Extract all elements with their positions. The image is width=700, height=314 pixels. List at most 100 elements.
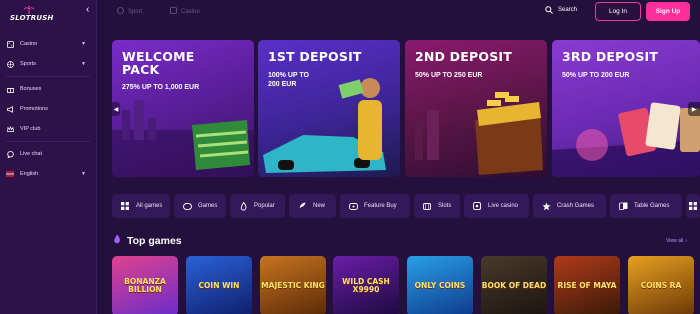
divider — [6, 141, 90, 142]
sidebar-item-label: Sports — [20, 61, 36, 67]
promo-subtitle: 50% UP TO 200 EUR — [562, 72, 630, 79]
sidebar-nav: Casino ▼ Sports ▼ Bonuses Promotions VIP… — [0, 34, 96, 184]
sidebar-item-bonuses[interactable]: Bonuses — [0, 79, 96, 99]
ball-icon — [117, 7, 124, 16]
casino-icon — [6, 40, 14, 48]
top-games-row: BONANZA BILLION COIN WIN MAJESTIC KING W… — [112, 256, 700, 314]
promo-card-1st-deposit[interactable]: 1ST DEPOSIT 100% UP TO 200 EUR — [258, 40, 400, 177]
category-all-games[interactable]: All games — [112, 194, 170, 218]
category-live-casino[interactable]: Live casino — [464, 194, 529, 218]
category-popular[interactable]: Popular — [230, 194, 285, 218]
arrow-right-icon: ▶ — [691, 106, 697, 113]
cards-icon — [618, 201, 628, 211]
sidebar-item-label: Live chat — [20, 151, 43, 157]
category-label: Games — [198, 203, 218, 209]
language-selector[interactable]: English ▼ — [0, 164, 96, 184]
chevron-down-icon: ▼ — [81, 41, 86, 47]
logo-text: SLOTRUSH — [10, 14, 54, 22]
search-icon — [545, 6, 553, 14]
live-casino-icon — [472, 201, 482, 211]
section-title-text: Top games — [127, 234, 182, 247]
sidebar: SLOTRUSH ‹ Casino ▼ Sports ▼ Bonuses Pro… — [0, 0, 97, 314]
flame-icon — [113, 234, 121, 247]
category-table-games[interactable]: Table Games — [610, 194, 682, 218]
category-new[interactable]: New — [289, 194, 336, 218]
feature-buy-icon — [348, 201, 358, 211]
game-card[interactable]: COINS RA — [628, 256, 694, 314]
promo-title: 1ST DEPOSIT — [268, 49, 362, 64]
sidebar-item-promotions[interactable]: Promotions — [0, 99, 96, 119]
category-label: Feature Buy — [364, 203, 397, 209]
dice-icon — [170, 7, 177, 16]
sidebar-item-label: Bonuses — [20, 86, 42, 92]
sidebar-item-casino[interactable]: Casino ▼ — [0, 34, 96, 54]
tab-label: Casino — [181, 8, 200, 15]
promo-subtitle: 100% UP TO 200 EUR — [268, 72, 309, 88]
category-more[interactable] — [686, 194, 700, 218]
sidebar-item-sports[interactable]: Sports ▼ — [0, 54, 96, 74]
category-label: Popular — [254, 203, 275, 209]
collapse-sidebar-button[interactable]: ‹ — [86, 5, 96, 15]
sidebar-item-label: English — [20, 171, 39, 177]
category-crash-games[interactable]: Crash Games — [533, 194, 606, 218]
game-card[interactable]: ONLY COINS — [407, 256, 473, 314]
view-all-link[interactable]: View all › — [666, 238, 687, 244]
tab-label: Sport — [128, 8, 143, 15]
tab-sport[interactable]: Sport — [117, 4, 142, 19]
gift-icon — [6, 85, 14, 93]
promo-carousel: WELCOME PACK 275% UP TO 1,000 EUR 1ST DEP… — [112, 40, 700, 177]
sidebar-item-label: Casino — [20, 41, 38, 47]
promo-title: WELCOME PACK — [122, 49, 195, 77]
slot-machine-icon — [422, 201, 432, 211]
category-feature-buy[interactable]: Feature Buy — [340, 194, 410, 218]
sidebar-item-label: VIP club — [20, 126, 41, 132]
topbar: Sport Casino Search Log In Sign Up — [97, 0, 700, 24]
divider — [6, 76, 90, 77]
palm-tree-icon — [24, 6, 34, 14]
flame-icon — [238, 201, 248, 211]
promo-title: 2ND DEPOSIT — [415, 49, 512, 64]
game-card[interactable]: RISE OF MAYA — [554, 256, 620, 314]
gamepad-icon — [182, 201, 192, 211]
category-games[interactable]: Games — [174, 194, 226, 218]
arrow-left-icon: ◀ — [113, 106, 119, 113]
grid-icon — [689, 201, 697, 211]
promo-card-3rd-deposit[interactable]: 3RD DEPOSIT 50% UP TO 200 EUR — [552, 40, 700, 177]
carousel-next-button[interactable]: ▶ — [688, 102, 700, 116]
chevron-down-icon: ▼ — [81, 171, 86, 177]
carousel-prev-button[interactable]: ◀ — [112, 102, 120, 116]
sidebar-item-vip-club[interactable]: VIP club — [0, 119, 96, 139]
category-label: Crash Games — [557, 203, 595, 209]
sidebar-item-label: Promotions — [20, 106, 48, 112]
category-slots[interactable]: Slots — [414, 194, 460, 218]
search-button[interactable]: Search — [545, 6, 577, 14]
chat-icon — [6, 150, 14, 158]
tab-casino[interactable]: Casino — [170, 4, 200, 19]
login-button[interactable]: Log In — [595, 2, 641, 21]
grid-icon — [120, 201, 130, 211]
signup-button[interactable]: Sign Up — [646, 2, 690, 21]
section-title-top-games: Top games — [113, 234, 182, 247]
promo-card-2nd-deposit[interactable]: 2ND DEPOSIT 50% UP TO 250 EUR — [405, 40, 547, 177]
rocket-icon — [297, 201, 307, 211]
crown-icon — [6, 125, 14, 133]
sidebar-item-live-chat[interactable]: Live chat — [0, 144, 96, 164]
game-card[interactable]: WILD CASH X9990 — [333, 256, 399, 314]
game-card[interactable]: BONANZA BILLION — [112, 256, 178, 314]
category-label: New — [313, 203, 326, 209]
chevron-right-icon: › — [685, 238, 687, 244]
category-bar: All games Games Popular New Feature Buy … — [112, 194, 700, 218]
chevron-down-icon: ▼ — [81, 61, 86, 67]
game-card[interactable]: MAJESTIC KING — [260, 256, 326, 314]
star-icon — [541, 201, 551, 211]
uk-flag-icon — [6, 170, 14, 178]
category-label: All games — [136, 203, 163, 209]
game-card[interactable]: COIN WIN — [186, 256, 252, 314]
slotrush-logo[interactable]: SLOTRUSH — [6, 4, 53, 24]
category-label: Table Games — [634, 203, 670, 209]
promo-card-welcome-pack[interactable]: WELCOME PACK 275% UP TO 1,000 EUR — [112, 40, 254, 177]
sports-icon — [6, 60, 14, 68]
search-label: Search — [558, 7, 578, 13]
game-card[interactable]: BOOK OF DEAD — [481, 256, 547, 314]
category-label: Slots — [438, 203, 452, 209]
